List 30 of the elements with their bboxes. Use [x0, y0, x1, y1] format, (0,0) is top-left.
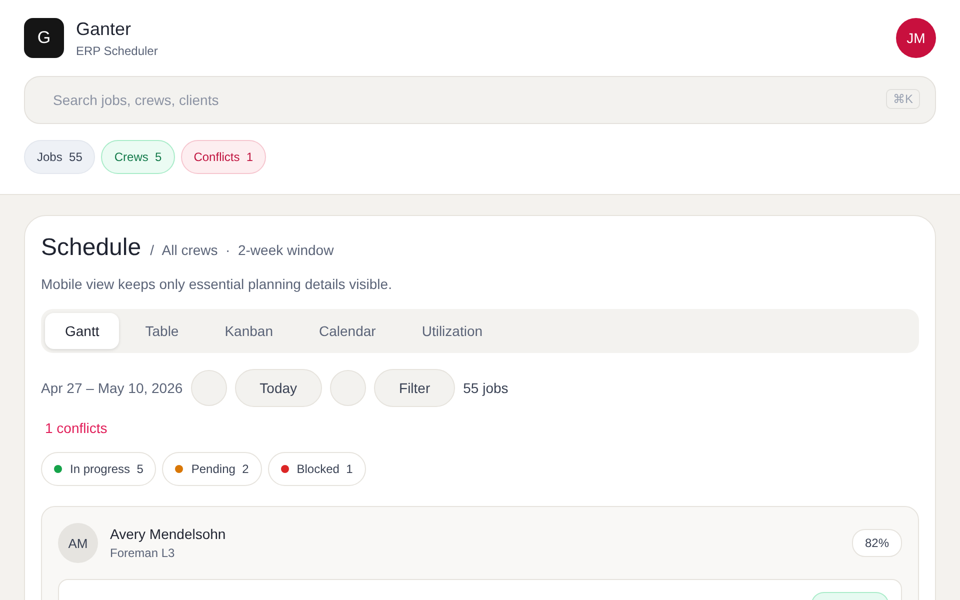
crew-name: Avery Mendelsohn — [110, 526, 227, 542]
next-button[interactable] — [330, 370, 366, 406]
crew-avatar: AM — [58, 523, 98, 563]
user-avatar[interactable]: JM — [896, 18, 936, 58]
app-logo: G — [24, 18, 64, 58]
shortcut-hint: ⌘K — [886, 89, 920, 109]
today-button[interactable]: Today — [234, 369, 322, 407]
app-subtitle: ERP Scheduler — [76, 44, 158, 58]
date-range: Apr 27 – May 10, 2026 — [41, 380, 183, 396]
app-name: Ganter — [76, 18, 132, 40]
utilization-badge: 82% — [852, 529, 902, 557]
breadcrumb: / All crews · 2-week window — [150, 242, 334, 258]
conflict-count: 1 conflicts — [45, 420, 108, 436]
schedule-title: Schedule — [41, 234, 142, 262]
status-chip[interactable]: Pending 2 — [162, 452, 262, 486]
job-count: 55 jobs — [463, 380, 508, 396]
view-tab[interactable]: Calendar — [299, 313, 396, 349]
view-tab[interactable]: Table — [125, 313, 199, 349]
view-tab[interactable]: Kanban — [204, 313, 293, 349]
summary-chip[interactable]: Jobs 55 — [24, 140, 96, 174]
view-tab[interactable]: Utilization — [402, 313, 503, 349]
crew-role: Foreman L3 — [110, 546, 176, 560]
summary-chip[interactable]: Conflicts 1 — [180, 140, 266, 174]
summary-chip[interactable]: Crews 5 — [101, 140, 175, 174]
view-tab[interactable]: Gantt — [45, 313, 120, 349]
schedule-description: Mobile view keeps only essential planning details visible. — [41, 276, 393, 292]
previous-button[interactable] — [190, 370, 227, 406]
filter-button[interactable]: Filter — [374, 369, 456, 407]
status-chip[interactable]: Blocked 1 — [268, 452, 366, 486]
status-chip[interactable]: In progress 5 — [41, 452, 156, 486]
